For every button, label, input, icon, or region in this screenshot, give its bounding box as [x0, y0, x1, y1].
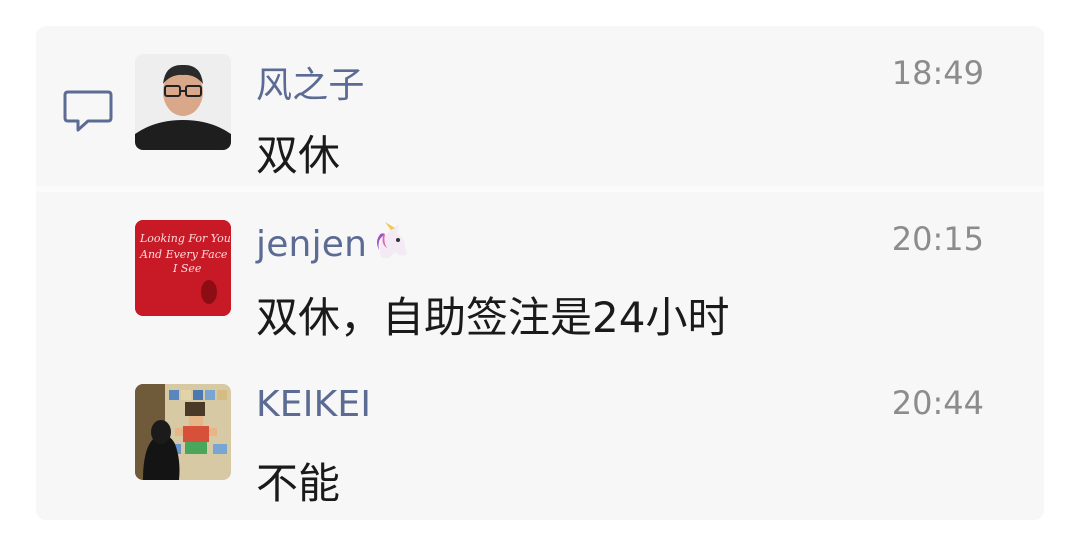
comment-author[interactable]: 风之子: [256, 56, 365, 108]
avatar[interactable]: Looking For You And Every Face I See: [135, 220, 231, 316]
comment-text: 双休，自助签注是24小时: [256, 293, 730, 342]
comment-time: 20:15: [891, 220, 984, 258]
author-name: jenjen: [256, 224, 368, 265]
unicorn-emoji-icon: [377, 222, 408, 258]
comment-author[interactable]: KEIKEI: [256, 384, 371, 425]
svg-text:I See: I See: [172, 262, 202, 275]
comment-time: 18:49: [891, 54, 984, 92]
avatar-man-glasses: [135, 54, 231, 150]
avatar-mosaic-wall: [135, 384, 231, 480]
comment-item[interactable]: 风之子 18:49 双休: [0, 26, 1080, 180]
svg-text:And Every Face: And Every Face: [139, 248, 228, 261]
avatar-neon-text: Looking For You: [139, 232, 231, 245]
avatar[interactable]: [135, 384, 231, 480]
comment-item[interactable]: KEIKEI 20:44 不能: [0, 358, 1080, 508]
comment-item[interactable]: Looking For You And Every Face I See jen…: [0, 192, 1080, 342]
avatar[interactable]: [135, 54, 231, 150]
comment-time: 20:44: [891, 384, 984, 422]
comment-text: 双休: [256, 131, 341, 180]
comment-text: 不能: [256, 459, 341, 508]
comment-author[interactable]: jenjen: [256, 220, 413, 265]
avatar-red-neon: Looking For You And Every Face I See: [135, 220, 231, 316]
